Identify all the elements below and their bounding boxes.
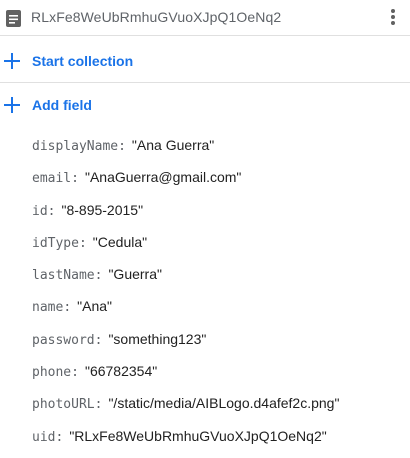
field-value: "AnaGuerra@gmail.com" [84, 169, 242, 186]
document-id: RLxFe8WeUbRmhuGVuoXJpQ1OeNq2 [31, 9, 282, 25]
field-colon: : [71, 365, 79, 381]
field-value: "66782354" [84, 363, 158, 380]
field-value: "Ana Guerra" [131, 137, 215, 153]
field-key: password [32, 332, 95, 348]
field-row[interactable]: id: "8-895-2015" [32, 200, 402, 232]
field-row[interactable]: phone: "66782354" [32, 361, 402, 393]
field-colon: : [94, 397, 103, 413]
field-key: phone [32, 365, 72, 381]
field-row[interactable]: displayName: "Ana Guerra" [32, 135, 402, 167]
field-key: photoURL [32, 397, 95, 413]
start-collection-button[interactable]: Start collection [0, 44, 410, 83]
field-row[interactable]: photoURL: "/static/media/AIBLogo.d4afef2c… [32, 393, 402, 425]
field-colon: : [63, 300, 72, 316]
field-key: lastName [32, 268, 95, 284]
field-key: email [32, 171, 72, 187]
document-icon [6, 10, 21, 27]
field-key: name [32, 300, 64, 316]
start-collection-label: Start collection [32, 53, 134, 69]
field-row[interactable]: uid: "RLxFe8WeUbRmhuGVuoXJpQ1OeNq2" [32, 426, 402, 458]
field-colon: : [71, 171, 79, 187]
field-value: "Cedula" [92, 233, 148, 250]
add-icon [4, 97, 20, 113]
field-row[interactable]: idType: "Cedula" [32, 232, 402, 264]
field-key: id [32, 203, 48, 219]
field-value: "Ana" [77, 298, 112, 315]
field-row[interactable]: email: "AnaGuerra@gmail.com" [32, 167, 402, 199]
add-field-button[interactable]: Add field [0, 88, 410, 122]
field-key: displayName [32, 139, 119, 154]
field-colon: : [78, 235, 87, 251]
field-row[interactable]: name: "Ana" [32, 296, 402, 328]
field-colon: : [94, 332, 103, 348]
field-colon: : [47, 203, 56, 219]
field-key: idType [32, 235, 79, 251]
field-colon: : [55, 429, 64, 445]
field-key: uid [32, 429, 56, 445]
document-header: RLxFe8WeUbRmhuGVuoXJpQ1OeNq2 [0, 0, 410, 36]
add-field-label: Add field [32, 97, 92, 113]
field-colon: : [118, 139, 126, 154]
field-list: displayName: "Ana Guerra" email: "AnaGuerr… [32, 135, 402, 458]
add-icon [4, 53, 20, 69]
field-value: "/static/media/AIBLogo.d4afef2c.png" [108, 395, 340, 412]
field-value: "8-895-2015" [61, 201, 144, 218]
field-row[interactable]: lastName: "Guerra" [32, 264, 402, 296]
field-colon: : [94, 268, 103, 284]
more-vert-icon[interactable] [386, 7, 400, 29]
field-value: "something123" [108, 330, 207, 347]
field-row[interactable]: password: "something123" [32, 329, 402, 361]
field-value: "RLxFe8WeUbRmhuGVuoXJpQ1OeNq2" [69, 427, 327, 444]
field-value: "Guerra" [108, 266, 162, 283]
